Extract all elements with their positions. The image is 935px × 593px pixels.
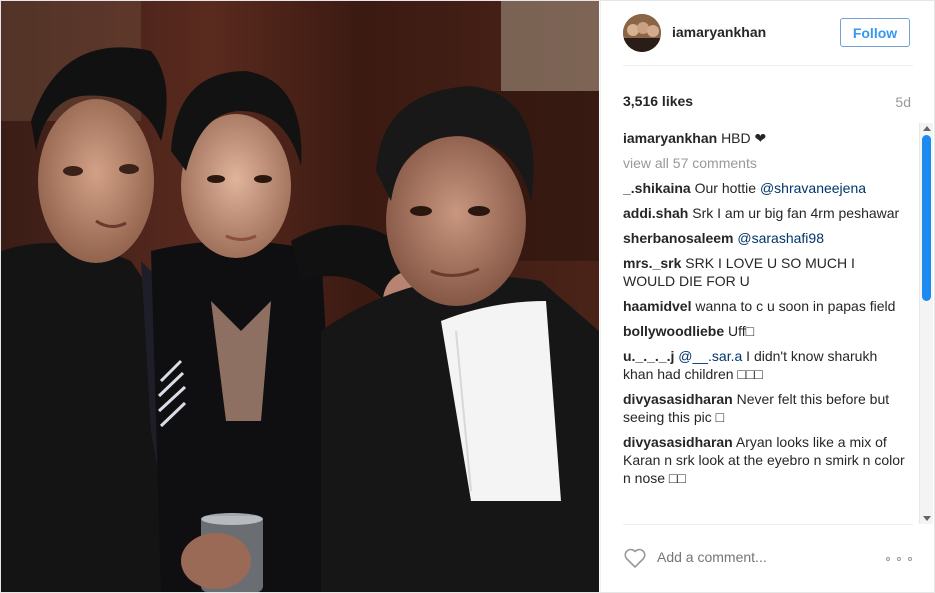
comment-item: _.shikaina Our hottie @shravaneejena — [623, 179, 905, 197]
photo-image — [1, 1, 599, 592]
add-comment-row — [601, 533, 935, 585]
post-details-panel: iamaryankhan Follow 3,516 likes 5d iamar… — [600, 1, 935, 592]
comment-text: HBD ❤ — [721, 130, 767, 146]
comment-mention[interactable]: @__.sar.a — [678, 348, 742, 364]
post-time[interactable]: 5d — [895, 94, 911, 110]
comment-username[interactable]: haamidvel — [623, 298, 691, 314]
likes-count[interactable]: 3,516 likes — [623, 93, 693, 109]
comment-mention[interactable]: @shravaneejena — [760, 180, 866, 196]
comment-container: _.shikaina Our hottie @shravaneejena addi… — [623, 179, 905, 487]
avatar-image — [623, 14, 661, 52]
follow-button[interactable]: Follow — [840, 18, 910, 47]
caption: iamaryankhan HBD ❤ — [623, 129, 905, 147]
post-modal: iamaryankhan Follow 3,516 likes 5d iamar… — [0, 0, 935, 593]
comment-text: Uff□ — [728, 323, 755, 339]
scroll-down-icon[interactable] — [923, 516, 931, 521]
comment-username[interactable]: iamaryankhan — [623, 130, 717, 146]
comments-scrollbar[interactable] — [919, 123, 933, 524]
comments-list: iamaryankhan HBD ❤ view all 57 comments … — [623, 129, 905, 525]
more-options-icon[interactable] — [886, 557, 912, 563]
comment-username[interactable]: u._._._.j — [623, 348, 674, 364]
post-photo[interactable] — [1, 1, 599, 592]
comment-item: divyasasidharan Aryan looks like a mix o… — [623, 433, 905, 487]
add-comment-input[interactable] — [657, 549, 867, 565]
comment-username[interactable]: sherbanosaleem — [623, 230, 734, 246]
header-divider — [623, 65, 913, 66]
comment-username[interactable]: divyasasidharan — [623, 434, 733, 450]
avatar[interactable] — [623, 14, 661, 52]
comment-text: Our hottie — [694, 180, 760, 196]
scroll-thumb[interactable] — [922, 135, 931, 301]
comment-username[interactable]: mrs._srk — [623, 255, 681, 271]
comment-item: mrs._srk SRK I LOVE U SO MUCH I WOULD DI… — [623, 254, 905, 290]
comment-item: bollywoodliebe Uff□ — [623, 322, 905, 340]
comment-username[interactable]: addi.shah — [623, 205, 688, 221]
comment-item: haamidvel wanna to c u soon in papas fie… — [623, 297, 905, 315]
comment-username[interactable]: bollywoodliebe — [623, 323, 724, 339]
dot — [908, 557, 912, 561]
comment-item: u._._._.j @__.sar.a I didn't know sharuk… — [623, 347, 905, 383]
comment-item: addi.shah Srk I am ur big fan 4rm peshaw… — [623, 204, 905, 222]
comment-text: Srk I am ur big fan 4rm peshawar — [692, 205, 900, 221]
post-header: iamaryankhan Follow — [601, 1, 935, 65]
view-all-comments-link[interactable]: view all 57 comments — [623, 154, 905, 172]
heart-outline-icon[interactable] — [623, 547, 647, 569]
comment-item: divyasasidharan Never felt this before b… — [623, 390, 905, 426]
comment-text: wanna to c u soon in papas field — [695, 298, 896, 314]
scroll-up-icon[interactable] — [923, 126, 931, 131]
dot — [886, 557, 890, 561]
comments-divider — [623, 524, 913, 525]
dot — [897, 557, 901, 561]
comment-username[interactable]: divyasasidharan — [623, 391, 733, 407]
comment-item: sherbanosaleem @sarashafi98 — [623, 229, 905, 247]
comment-username[interactable]: _.shikaina — [623, 180, 691, 196]
comment-mention[interactable]: @sarashafi98 — [737, 230, 824, 246]
username-link[interactable]: iamaryankhan — [672, 24, 766, 40]
